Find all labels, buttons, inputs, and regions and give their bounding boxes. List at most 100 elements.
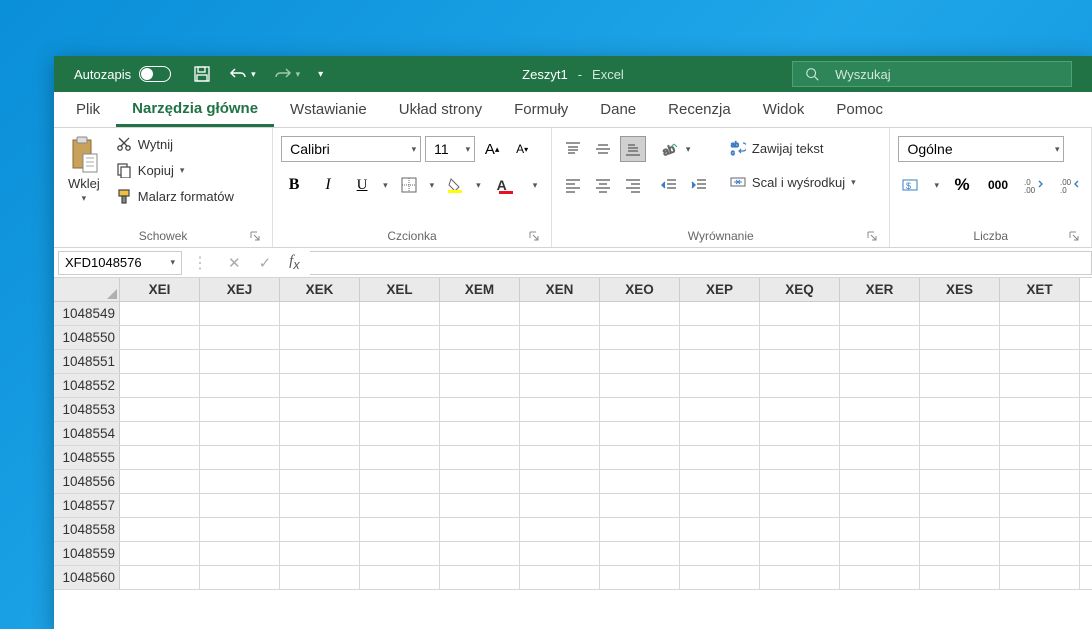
accounting-format-button[interactable]: $ [898, 172, 924, 198]
cell[interactable] [680, 302, 760, 325]
cell[interactable] [760, 326, 840, 349]
cell[interactable] [280, 566, 360, 589]
cell[interactable] [120, 542, 200, 565]
wrap-text-button[interactable]: abc Zawijaj tekst [726, 136, 860, 160]
cell[interactable] [680, 446, 760, 469]
cell[interactable] [200, 374, 280, 397]
chevron-down-icon[interactable]: ▾ [383, 180, 388, 191]
cell[interactable] [520, 398, 600, 421]
underline-button[interactable]: U [349, 172, 375, 198]
chevron-down-icon[interactable]: ▾ [533, 180, 538, 191]
cell[interactable] [200, 446, 280, 469]
cell[interactable] [280, 494, 360, 517]
cell[interactable] [1000, 542, 1080, 565]
merge-center-button[interactable]: Scal i wyśrodkuj ▾ [726, 170, 860, 194]
decrease-indent-button[interactable] [656, 172, 682, 198]
cell[interactable] [600, 566, 680, 589]
cell[interactable] [200, 350, 280, 373]
autosave-toggle[interactable]: Autozapis [74, 66, 171, 82]
align-left-button[interactable] [560, 172, 586, 198]
copy-button[interactable]: Kopiuj ▾ [112, 158, 238, 182]
cell[interactable] [920, 374, 1000, 397]
cell[interactable] [1000, 398, 1080, 421]
cell[interactable] [1000, 374, 1080, 397]
cell[interactable] [360, 446, 440, 469]
cell[interactable] [600, 494, 680, 517]
column-header[interactable]: XEL [360, 278, 440, 301]
cell[interactable] [680, 518, 760, 541]
redo-button[interactable]: ▾ [274, 67, 301, 81]
column-header[interactable]: XEM [440, 278, 520, 301]
cell[interactable] [200, 518, 280, 541]
cell[interactable] [600, 542, 680, 565]
row-header[interactable]: 1048559 [54, 542, 120, 565]
cell[interactable] [280, 302, 360, 325]
cell[interactable] [600, 446, 680, 469]
align-top-button[interactable] [560, 136, 586, 162]
cell[interactable] [440, 302, 520, 325]
column-header[interactable]: XEP [680, 278, 760, 301]
cell[interactable] [1000, 446, 1080, 469]
cell[interactable] [680, 326, 760, 349]
cell[interactable] [360, 422, 440, 445]
cell[interactable] [840, 398, 920, 421]
column-header[interactable]: XEN [520, 278, 600, 301]
cell[interactable] [920, 542, 1000, 565]
chevron-down-icon[interactable]: ▾ [934, 180, 939, 191]
align-right-button[interactable] [620, 172, 646, 198]
percent-button[interactable]: % [949, 172, 975, 198]
cell[interactable] [760, 542, 840, 565]
cell[interactable] [520, 518, 600, 541]
cell[interactable] [920, 518, 1000, 541]
orientation-button[interactable]: ab [656, 136, 682, 162]
cell[interactable] [920, 398, 1000, 421]
cell[interactable] [440, 374, 520, 397]
cell[interactable] [760, 446, 840, 469]
cell[interactable] [600, 398, 680, 421]
cell[interactable] [600, 422, 680, 445]
align-middle-button[interactable] [590, 136, 616, 162]
cell[interactable] [200, 302, 280, 325]
cell[interactable] [680, 494, 760, 517]
cell[interactable] [840, 302, 920, 325]
column-header[interactable]: XEQ [760, 278, 840, 301]
cell[interactable] [840, 422, 920, 445]
cell[interactable] [920, 302, 1000, 325]
cell[interactable] [200, 326, 280, 349]
column-header[interactable]: XER [840, 278, 920, 301]
cell[interactable] [360, 518, 440, 541]
tab-formulas[interactable]: Formuły [498, 92, 584, 127]
cell[interactable] [280, 374, 360, 397]
increase-decimal-button[interactable]: .0.00 [1021, 172, 1047, 198]
cell[interactable] [840, 542, 920, 565]
tab-view[interactable]: Widok [747, 92, 821, 127]
column-header[interactable]: XEI [120, 278, 200, 301]
cell[interactable] [360, 302, 440, 325]
cell[interactable] [760, 398, 840, 421]
cell[interactable] [1000, 302, 1080, 325]
dialog-launcher-icon[interactable] [1067, 229, 1081, 243]
cell[interactable] [440, 350, 520, 373]
cell[interactable] [520, 542, 600, 565]
save-icon[interactable] [193, 65, 211, 83]
cell[interactable] [440, 422, 520, 445]
decrease-font-button[interactable]: A▾ [509, 136, 535, 162]
formula-input[interactable] [310, 251, 1092, 275]
font-color-button[interactable]: A [489, 172, 515, 198]
decrease-decimal-button[interactable]: .00.0 [1057, 172, 1083, 198]
cell[interactable] [520, 566, 600, 589]
cell[interactable] [120, 494, 200, 517]
cell[interactable] [520, 326, 600, 349]
cell[interactable] [680, 374, 760, 397]
cell[interactable] [840, 518, 920, 541]
tab-file[interactable]: Plik [60, 92, 116, 127]
fx-icon[interactable]: fx [289, 253, 299, 272]
cell[interactable] [360, 398, 440, 421]
dialog-launcher-icon[interactable] [527, 229, 541, 243]
cell[interactable] [920, 470, 1000, 493]
row-header[interactable]: 1048558 [54, 518, 120, 541]
cell[interactable] [280, 398, 360, 421]
cell[interactable] [360, 566, 440, 589]
cell[interactable] [840, 446, 920, 469]
align-bottom-button[interactable] [620, 136, 646, 162]
